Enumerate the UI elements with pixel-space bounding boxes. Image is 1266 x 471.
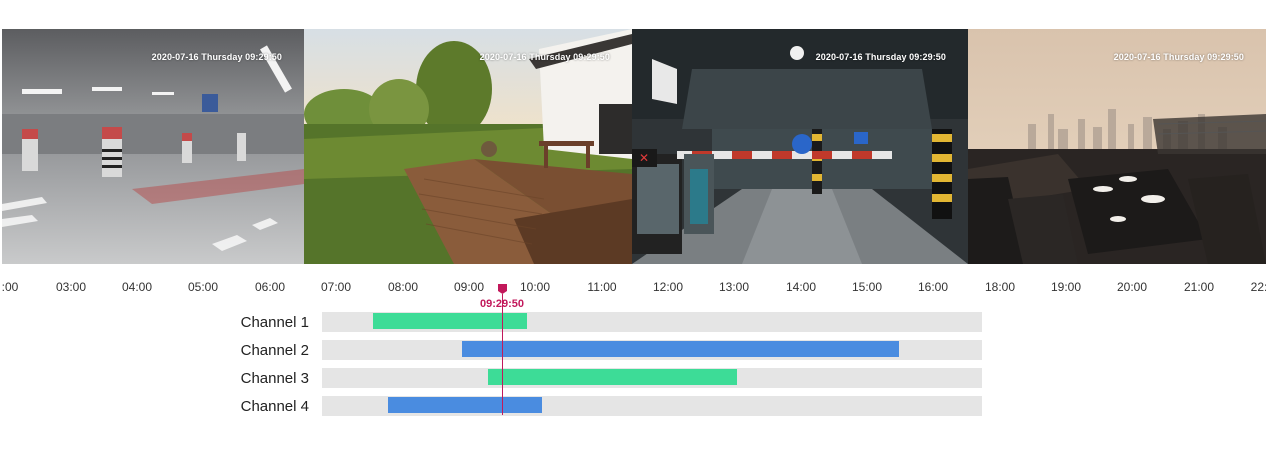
time-tick: 11:00 <box>587 280 617 294</box>
time-tick: 12:00 <box>652 280 684 294</box>
camera-view-2[interactable]: 2020-07-16 Thursday 09:29:50 <box>304 29 632 264</box>
time-tick: 03:00 <box>55 280 87 294</box>
time-tick: 08:00 <box>387 280 419 294</box>
recording-segment[interactable] <box>462 341 899 357</box>
time-tick: 16:00 <box>917 280 949 294</box>
channel-label: Channel 2 <box>240 342 309 359</box>
camera-view-4[interactable]: 2020-07-16 Thursday 09:29:50 <box>968 29 1266 264</box>
time-tick: 07:00 <box>320 280 352 294</box>
time-tick: 09:00 <box>453 280 485 294</box>
time-tick: 06:00 <box>254 280 286 294</box>
time-ruler[interactable]: :00 03:00 04:00 05:00 06:00 07:00 08:00 … <box>0 280 1266 298</box>
time-tick: 18:00 <box>984 280 1016 294</box>
channel-label: Channel 1 <box>240 314 309 331</box>
svg-text:✕: ✕ <box>639 151 649 165</box>
time-tick: 04:00 <box>121 280 153 294</box>
camera-timestamp-1: 2020-07-16 Thursday 09:29:50 <box>151 52 282 62</box>
camera-grid: 2020-07-16 Thursday 09:29:50 2020-07-16 … <box>2 29 1266 264</box>
camera-timestamp-3: 2020-07-16 Thursday 09:29:50 <box>815 52 946 62</box>
playhead-handle-icon[interactable] <box>498 284 507 294</box>
time-tick: 21:00 <box>1183 280 1215 294</box>
playhead-line[interactable] <box>501 294 503 415</box>
recording-segment[interactable] <box>488 369 737 385</box>
channel-track[interactable] <box>322 396 982 416</box>
time-tick: 20:00 <box>1116 280 1148 294</box>
time-tick: 15:00 <box>851 280 883 294</box>
camera-image-2 <box>304 29 632 264</box>
time-tick: 14:00 <box>785 280 817 294</box>
time-tick: 19:00 <box>1050 280 1082 294</box>
camera-view-3[interactable]: ✕ 2020-07-16 Thursday 09:29:50 <box>632 29 968 264</box>
channel-label: Channel 3 <box>240 370 309 387</box>
channel-label: Channel 4 <box>240 398 309 415</box>
time-tick: 10:00 <box>519 280 551 294</box>
time-tick: 05:00 <box>187 280 219 294</box>
time-tick: 13:00 <box>718 280 750 294</box>
camera-image-1 <box>2 29 304 264</box>
camera-image-4 <box>968 29 1266 264</box>
channel-track[interactable] <box>322 312 982 332</box>
camera-timestamp-2: 2020-07-16 Thursday 09:29:50 <box>479 52 610 62</box>
recording-segment[interactable] <box>388 397 542 413</box>
camera-timestamp-4: 2020-07-16 Thursday 09:29:50 <box>1113 52 1244 62</box>
recording-segment[interactable] <box>373 313 527 329</box>
time-tick: :00 <box>1 280 19 294</box>
camera-view-1[interactable]: 2020-07-16 Thursday 09:29:50 <box>2 29 304 264</box>
time-tick: 22: <box>1250 280 1266 294</box>
channel-track[interactable] <box>322 368 982 388</box>
channel-track[interactable] <box>322 340 982 360</box>
camera-image-3: ✕ <box>632 29 968 264</box>
